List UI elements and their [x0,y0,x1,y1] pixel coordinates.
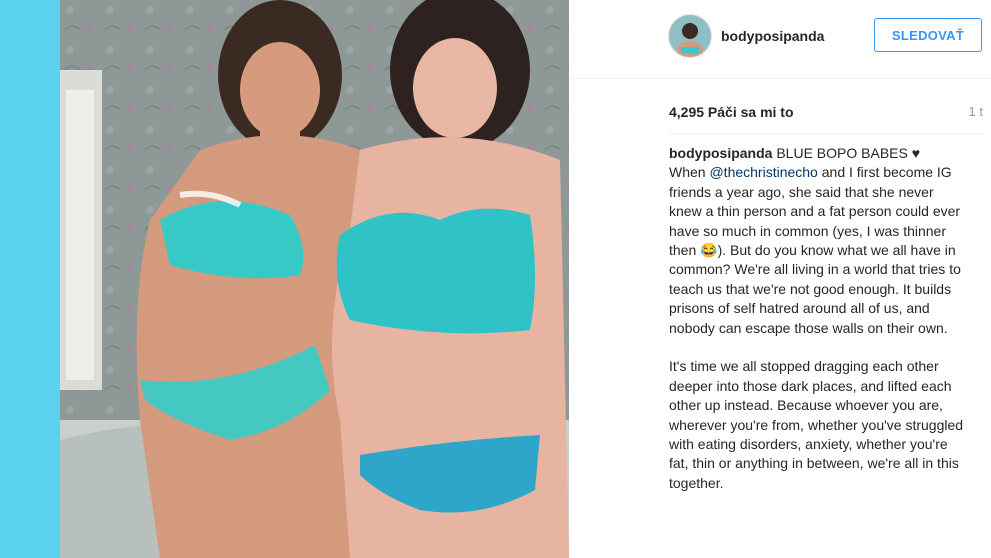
post-time[interactable]: 1 t [969,104,983,119]
caption-p1-rest: and I first become IG friends a year ago… [669,164,961,336]
caption-when: When [669,164,710,181]
caption-paragraph-2: It's time we all stopped dragging each o… [669,358,964,491]
divider [669,133,985,134]
mention-link[interactable]: @thechristinecho [709,164,817,180]
follow-button[interactable]: SLEDOVAŤ [874,18,982,52]
caption-title: BLUE BOPO BABES ♥ [776,145,921,161]
likes-row: 4,295 Páči sa mi to 1 t [669,104,985,122]
photo-illustration [60,0,569,558]
post-sidebar: bodyposipanda SLEDOVAŤ 4,295 Páči sa mi … [569,0,991,558]
caption: bodyposipanda BLUE BOPO BABES ♥ When @the… [669,144,969,513]
username-link[interactable]: bodyposipanda [721,28,824,44]
post-photo[interactable] [60,0,569,558]
post-header: bodyposipanda SLEDOVAŤ [569,0,991,79]
avatar[interactable] [668,14,712,58]
avatar-image [669,15,711,57]
backdrop [0,0,60,558]
caption-username[interactable]: bodyposipanda [669,145,772,161]
caption-paragraph-1: bodyposipanda BLUE BOPO BABES ♥ When @the… [669,144,969,338]
likes-count[interactable]: 4,295 Páči sa mi to [669,104,794,120]
